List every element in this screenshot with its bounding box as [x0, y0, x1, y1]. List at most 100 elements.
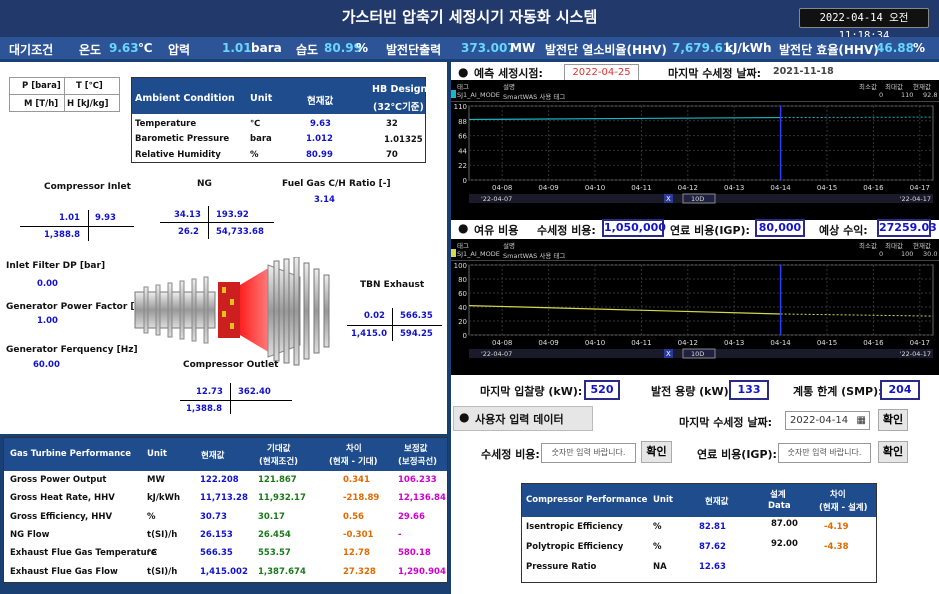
range-label: 10D	[691, 350, 704, 358]
co-m: 1,388.8	[186, 404, 223, 414]
user-input-title: 사용자 입력 데이터	[475, 413, 564, 426]
cp-row-1-design: 92.00	[771, 539, 798, 549]
ci-t: 9.93	[95, 213, 116, 223]
start-date: '22-04-07	[481, 350, 512, 358]
last-bid-label: 마지막 입찰량 (kW):	[480, 385, 583, 398]
end-date: '22-04-17	[900, 350, 931, 358]
gt-row-4-cur: 566.35	[200, 548, 233, 559]
trend-chart-1[interactable]: 태그 설명 최소값 최대값 현재값 SJ1_AI_MODE SmartWAS 사…	[451, 80, 939, 220]
user-fuel-cost-input[interactable]: 숫자만 입력 바랍니다.	[778, 443, 871, 463]
last-wash-label: 마지막 수세정 날짜:	[668, 67, 762, 80]
temp-unit: ℃	[138, 41, 153, 55]
compressor-performance-table: Compressor Performance Unit 현재값 설계 Data …	[521, 483, 877, 583]
gpf-title: Generator Power Factor [-]	[6, 302, 143, 312]
hr-value: 7,679.61	[672, 41, 732, 55]
profit-label: 예상 수익:	[819, 224, 868, 237]
y-tick-label: 88	[458, 118, 467, 126]
x-tick-label: 04-14	[770, 339, 791, 347]
temp-value: 9.63	[109, 41, 139, 55]
co-title: Compressor Outlet	[183, 360, 279, 370]
y-tick-label: 66	[458, 133, 467, 141]
gt-row-1-unit: kJ/kWh	[147, 493, 180, 504]
forecast-title: 예측 세정시점:	[474, 67, 543, 80]
series-color-icon	[451, 249, 456, 257]
gt-row-1-diff: -218.89	[343, 493, 380, 504]
cp-row-0-diff: -4.19	[824, 522, 849, 532]
eff-value: 46.88	[876, 41, 914, 55]
gt-row-4-unit: ℃	[147, 548, 158, 559]
gt-row-3-name: NG Flow	[10, 529, 50, 540]
confirm-fuel-button[interactable]: 확인	[878, 441, 908, 463]
wash-cost-label: 수세정 비용:	[537, 224, 596, 237]
gt-row-5-exp: 1,387.674	[258, 566, 306, 577]
start-date: '22-04-07	[481, 195, 512, 203]
close-icon-glyph: X	[666, 350, 671, 358]
trend2-tag: SJ1_AI_MODE	[457, 250, 500, 258]
gt-row-0-cur: 122.208	[200, 475, 239, 485]
hr-unit: kJ/kWh	[725, 41, 772, 55]
x-tick-label: 04-11	[631, 339, 651, 347]
trend1-desc: SmartWAS 사용 태그	[503, 93, 566, 101]
x-tick-label: 04-17	[910, 184, 930, 192]
ng-p: 34.13	[174, 210, 201, 220]
cp-row-2-name: Pressure Ratio	[526, 562, 597, 572]
trend1-tag: SJ1_AI_MODE	[457, 91, 500, 99]
gt-row-5-name: Exhaust Flue Gas Flow	[10, 566, 118, 577]
gt-row-5-diff: 27.328	[343, 566, 376, 577]
x-tick-label: 04-13	[724, 339, 744, 347]
press-label: 압력	[168, 43, 191, 57]
gt-row-1-corr: 12,136.84	[398, 493, 446, 504]
co-t: 362.40	[238, 387, 271, 397]
ifd-title: Inlet Filter DP [bar]	[6, 261, 106, 271]
x-tick-label: 04-11	[631, 184, 651, 192]
x-tick-label: 04-17	[910, 339, 930, 347]
out-value: 373.007	[461, 41, 516, 55]
gt-performance-table: Gas Turbine Performance Unit 현재값 기대값 (현재…	[3, 437, 448, 583]
gt-row-4-name: Exhaust Flue Gas Temperature	[10, 548, 157, 559]
y-tick-label: 22	[458, 162, 467, 170]
close-icon-glyph: X	[666, 195, 671, 203]
ambient-h3: 현재값	[307, 96, 334, 107]
gt-row-3-exp: 26.454	[258, 529, 291, 540]
bullet-icon: ●	[459, 410, 470, 424]
user-wash-cost-input[interactable]: 숫자만 입력 바랍니다.	[541, 443, 636, 463]
x-tick-label: 04-13	[724, 184, 744, 192]
ci-m: 1,388.8	[44, 230, 81, 240]
confirm-date-button[interactable]: 확인	[878, 409, 908, 431]
cp-row-1-unit: %	[653, 542, 662, 552]
cp-row-0-design: 87.00	[771, 519, 798, 529]
gf-title: Generator Ferquency [Hz]	[6, 345, 138, 355]
ambient-h1: Ambient Condition	[135, 93, 235, 104]
gt-row-4-corr: 580.18	[398, 548, 431, 559]
forecast-date: 2022-04-25	[564, 64, 639, 81]
ng-h: 54,733.68	[216, 227, 264, 237]
x-tick-label: 04-12	[678, 339, 698, 347]
cp-row-0-unit: %	[653, 522, 662, 532]
x-tick-label: 04-08	[492, 339, 512, 347]
cp-row-2-cur: 12.63	[699, 562, 726, 572]
out-label: 발전단출력	[386, 43, 442, 57]
y-tick-label: 44	[458, 147, 467, 155]
y-tick-label: 0	[463, 332, 467, 340]
user-last-wash-date[interactable]: 2022-04-14 ▦	[785, 411, 870, 430]
calendar-icon[interactable]: ▦	[857, 412, 866, 429]
capacity-value: 133	[729, 380, 769, 400]
gt-row-3-corr: -	[398, 529, 402, 540]
gt-row-1-exp: 11,932.17	[258, 493, 306, 504]
confirm-wash-button[interactable]: 확인	[641, 441, 672, 463]
gt-row-4-exp: 553.57	[258, 548, 291, 559]
gt-row-1-name: Gross Heat Rate, HHV	[10, 493, 115, 504]
ambient-r2-cur: 1.012	[306, 134, 333, 144]
gt-row-5-cur: 1,415.002	[200, 566, 248, 577]
x-tick-label: 04-16	[863, 184, 884, 192]
te-title: TBN Exhaust	[360, 280, 425, 290]
conditions-bar: 대기조건 온도 9.63 ℃ 압력 1.01 bara 습도 80.99 % 발…	[0, 37, 939, 59]
hr-label: 발전단 열소비율(HHV)	[545, 43, 667, 57]
ambient-r3-unit: %	[250, 150, 259, 160]
x-tick-label: 04-15	[817, 339, 837, 347]
trend-chart-2[interactable]: 태그 설명 최소값 최대값 현재값 SJ1_AI_MODE SmartWAS 사…	[451, 239, 939, 375]
te-m: 1,415.0	[351, 329, 388, 339]
ambient-r1-cur: 9.63	[310, 119, 331, 129]
x-tick-label: 04-08	[492, 184, 512, 192]
cp-row-1-diff: -4.38	[824, 542, 849, 552]
